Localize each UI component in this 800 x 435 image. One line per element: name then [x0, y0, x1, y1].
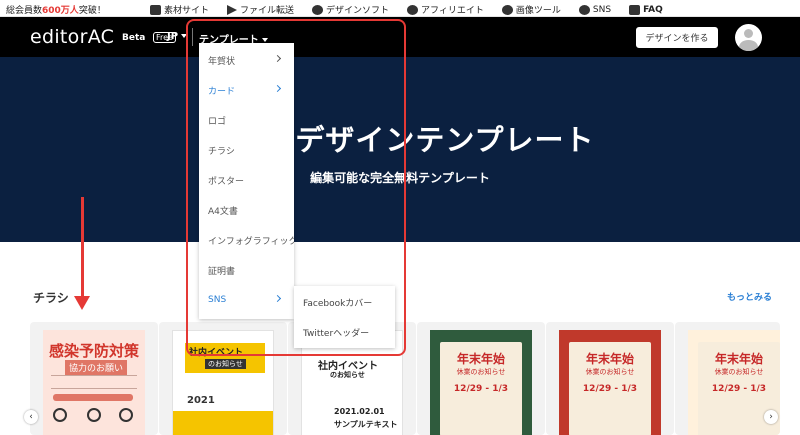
affiliate-icon: [407, 4, 419, 15]
people-icon: [119, 408, 133, 422]
template-card[interactable]: 年末年始 休業のお知らせ 12/29 - 1/3: [546, 322, 674, 435]
member-count-number: 600万人: [42, 6, 79, 16]
avatar[interactable]: [735, 24, 762, 51]
topnav-item-faq[interactable]: FAQ: [629, 3, 663, 16]
arrow-down-icon: [74, 296, 90, 310]
template-thumbnail: 感染予防対策 協力のお願い: [43, 330, 145, 435]
mask-icon: [87, 408, 101, 422]
language-selector[interactable]: JP: [167, 31, 188, 42]
template-card[interactable]: 年末年始 休業のお知らせ 12/29 - 1/3: [417, 322, 545, 435]
topnav-item-materials[interactable]: 素材サイト: [150, 3, 209, 16]
chevron-left-icon: ‹: [29, 412, 33, 422]
sns-icon: [578, 4, 590, 15]
carousel-next-button[interactable]: ›: [764, 410, 778, 424]
carousel-prev-button[interactable]: ‹: [24, 410, 38, 424]
topnav-item-sns[interactable]: SNS: [578, 3, 611, 16]
member-count-prefix: 総会員数: [6, 6, 43, 16]
logo[interactable]: editorAC: [30, 26, 114, 48]
template-thumbnail: 年末年始 休業のお知らせ 12/29 - 1/3: [430, 330, 532, 435]
highlight-box: [186, 19, 406, 356]
user-icon: [744, 29, 753, 38]
template-thumbnail: 年末年始 休業のお知らせ 12/29 - 1/3: [559, 330, 661, 435]
create-design-button[interactable]: デザインを作る: [636, 27, 718, 48]
faq-icon: [629, 4, 641, 15]
chevron-right-icon: ›: [769, 412, 773, 422]
top-nav: 素材サイト ファイル転送 デザインソフト アフィリエイト 画像ツール SNS F…: [150, 3, 663, 16]
person-icon: [53, 408, 67, 422]
annotation-arrow: [81, 197, 84, 297]
image-icon: [150, 4, 161, 15]
member-count-banner: 総会員数600万人突破！: [6, 3, 106, 16]
send-icon: [227, 4, 238, 15]
topnav-item-design-software[interactable]: デザインソフト: [312, 3, 389, 16]
design-icon: [312, 4, 324, 15]
member-count-suffix: 突破！: [78, 6, 106, 16]
top-utility-bar: 総会員数600万人突破！ 素材サイト ファイル転送 デザインソフト アフィリエイ…: [0, 0, 800, 17]
template-card[interactable]: 感染予防対策 協力のお願い: [30, 322, 158, 435]
topnav-item-file-transfer[interactable]: ファイル転送: [227, 3, 294, 16]
beta-label: Beta: [122, 33, 146, 43]
tools-icon: [501, 4, 513, 15]
topnav-item-image-tools[interactable]: 画像ツール: [501, 3, 561, 16]
topnav-item-affiliate[interactable]: アフィリエイト: [407, 3, 484, 16]
section-title: チラシ: [33, 291, 69, 305]
see-more-link[interactable]: もっとみる: [727, 290, 772, 303]
